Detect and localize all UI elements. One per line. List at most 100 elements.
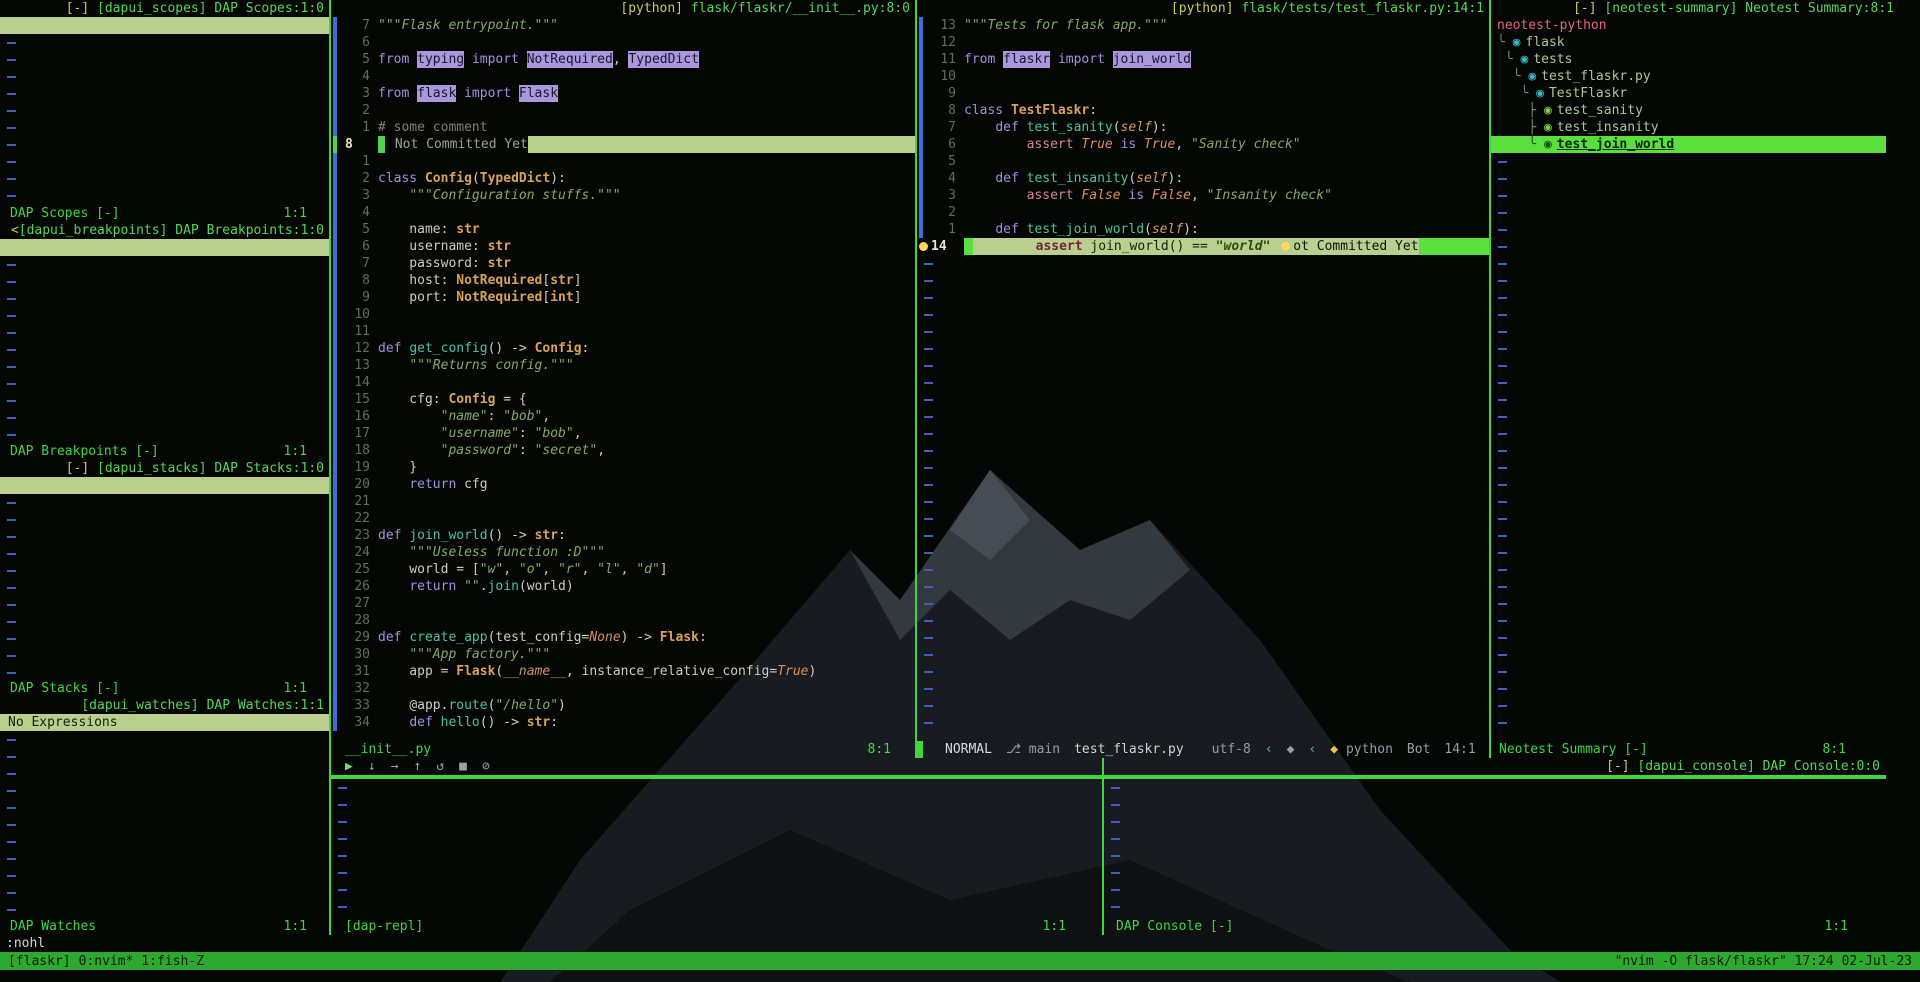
gitsigns-marker <box>331 323 344 340</box>
dap-stacks-content[interactable] <box>0 477 329 680</box>
code-line[interactable]: 15 cfg: Config = { <box>331 391 915 408</box>
code-line[interactable]: 14 <box>331 374 915 391</box>
git-branch[interactable]: ⎇ main <box>1006 741 1060 758</box>
play-icon[interactable]: ▶ <box>345 758 353 775</box>
code-line[interactable]: 23 def join_world() -> str: <box>331 527 915 544</box>
code-line[interactable]: 3 """Configuration stuffs.""" <box>331 187 915 204</box>
code-line[interactable]: 32 <box>331 680 915 697</box>
repl-empty-buffer[interactable] <box>331 779 1102 918</box>
code-line[interactable]: 2 <box>331 102 915 119</box>
code-line[interactable]: 5 <box>917 153 1489 170</box>
code-line[interactable]: 16 "name": "bob", <box>331 408 915 425</box>
code-line[interactable]: 4 <box>331 204 915 221</box>
code-line[interactable]: 22 <box>331 510 915 527</box>
code-line[interactable]: 2 class Config(TypedDict): <box>331 170 915 187</box>
code-line[interactable]: 7 def test_sanity(self): <box>917 119 1489 136</box>
tmux-window-tab[interactable]: 1:fish-Z <box>141 953 204 970</box>
code-line[interactable]: 30 """App factory.""" <box>331 646 915 663</box>
code-line[interactable]: 5 from typing import NotRequired, TypedDi… <box>331 51 915 68</box>
neotest-tree-item-test_insanity[interactable]: ├ ◉ test_insanity <box>1491 119 1920 136</box>
code-line[interactable]: 26 return "". join (world) <box>331 578 915 595</box>
dap-scopes-content[interactable] <box>0 17 329 205</box>
code-line[interactable]: 2 <box>917 204 1489 221</box>
neotest-tree[interactable]: neotest-python ╰ ◉ flask ╰ ◉ tests ╰ ◉ test_… <box>1491 17 1920 741</box>
code-line[interactable]: 6 <box>331 34 915 51</box>
vim-command-line[interactable]: :nohl <box>0 935 1920 952</box>
cursor-line[interactable] <box>0 477 329 494</box>
code-line[interactable]: 34 def hello() -> str: <box>331 714 915 731</box>
neotest-tree-item-test_flaskr.py[interactable]: ╰ ◉ test_flaskr.py <box>1491 68 1920 85</box>
code-line[interactable]: 9 port: NotRequired[int] <box>331 289 915 306</box>
step-out-icon[interactable]: ↑ <box>413 758 421 775</box>
dap-repl-panel[interactable]: ▶ ↓ → ↑ ↺ ■ ⊘ [dap-repl] 1:1 <box>331 758 1102 935</box>
code-line[interactable]: 29 def create_app (test_config= None) -> Fl… <box>331 629 915 646</box>
code-line[interactable]: 12 def get_config() -> Config: <box>331 340 915 357</box>
code-line[interactable]: 21 <box>331 493 915 510</box>
dap-breakpoints-content[interactable] <box>0 239 329 443</box>
code-line[interactable]: 3 assert False is False, "Insanity check… <box>917 187 1489 204</box>
code-line[interactable]: 24 """Useless function :D""" <box>331 544 915 561</box>
tmux-window-tab[interactable]: 0:nvim* <box>79 953 134 970</box>
neotest-summary-panel[interactable]: [-] [neotest-summary] Neotest Summary:8:… <box>1491 0 1920 741</box>
step-into-icon[interactable]: ↓ <box>368 758 376 775</box>
code-line[interactable]: 10 <box>331 306 915 323</box>
code-line[interactable]: 8 Not Committed Yet <box>331 136 915 153</box>
code-line[interactable]: 28 <box>331 612 915 629</box>
code-line[interactable]: 1 def test_join_world(self): <box>917 221 1489 238</box>
dap-console-panel[interactable]: [-] [dapui_console] DAP Console:0:0 DAP … <box>1104 758 1920 935</box>
neotest-tree-item-flask[interactable]: ╰ ◉ flask <box>1491 34 1920 51</box>
cursor-line[interactable] <box>0 239 329 256</box>
test-code-lines[interactable]: 13 """Tests for flask app.""" 12 11 from fla… <box>917 17 1489 741</box>
code-line[interactable]: 14 assert join_world() == "world" ot Com… <box>917 238 1489 255</box>
code-line[interactable]: 10 <box>917 68 1489 85</box>
editor-init-py[interactable]: [python] flask/flaskr/__init__.py:8:0 7 "… <box>331 0 915 741</box>
dap-watches-content[interactable]: No Expressions <box>0 714 329 918</box>
branch-icon: ⎇ <box>1005 742 1021 757</box>
code-line[interactable]: 12 <box>917 34 1489 51</box>
restart-icon[interactable]: ↺ <box>436 758 444 775</box>
console-empty-buffer[interactable] <box>1104 779 1920 918</box>
code-line[interactable]: 20 return cfg <box>331 476 915 493</box>
gitsigns-marker <box>331 391 344 408</box>
code-line[interactable]: 8 class TestFlaskr: <box>917 102 1489 119</box>
end-of-buffer-marker <box>0 562 329 579</box>
code-line[interactable]: 7 password: str <box>331 255 915 272</box>
code-line[interactable]: 33 @app. route("/hello") <box>331 697 915 714</box>
code-line[interactable]: 9 <box>917 85 1489 102</box>
init-code-lines[interactable]: 7 """Flask entrypoint.""" 6 5 from typing im… <box>331 17 915 741</box>
code-line[interactable]: 31 app = Flask(__name__, instance_relati… <box>331 663 915 680</box>
no-expressions-line[interactable]: No Expressions <box>0 714 329 731</box>
code-line[interactable]: 4 def test_insanity(self): <box>917 170 1489 187</box>
code-line[interactable]: 6 assert True is True, "Sanity check" <box>917 136 1489 153</box>
code-line[interactable]: 7 """Flask entrypoint.""" <box>331 17 915 34</box>
code-line[interactable]: 1 <box>331 153 915 170</box>
disconnect-icon[interactable]: ⊘ <box>482 758 490 775</box>
code-line[interactable]: 4 <box>331 68 915 85</box>
code-line[interactable]: 13 """Tests for flask app.""" <box>917 17 1489 34</box>
stop-icon[interactable]: ■ <box>459 758 467 775</box>
code-line[interactable]: 18 "password": "secret", <box>331 442 915 459</box>
code-line[interactable]: 3 from flask import Flask <box>331 85 915 102</box>
code-line[interactable]: 1 # some comment <box>331 119 915 136</box>
cursor-line[interactable] <box>0 17 329 34</box>
code-line[interactable]: 8 host: NotRequired[str] <box>331 272 915 289</box>
code-line[interactable]: 13 """Returns config.""" <box>331 357 915 374</box>
end-of-buffer-marker <box>1491 697 1920 714</box>
code-line[interactable]: 11 <box>331 323 915 340</box>
winbar-tag: [-] <box>65 1 98 16</box>
init-winbar: [python] flask/flaskr/__init__.py:8:0 <box>331 0 915 17</box>
neotest-tree-item-TestFlaskr[interactable]: ╰ ◉ TestFlaskr <box>1491 85 1920 102</box>
editor-test-flaskr-py[interactable]: [python] flask/tests/test_flaskr.py:14:1… <box>917 0 1489 741</box>
code-line[interactable]: 11 from flaskr import join_world <box>917 51 1489 68</box>
neotest-tree-item-tests[interactable]: ╰ ◉ tests <box>1491 51 1920 68</box>
step-over-icon[interactable]: → <box>391 758 399 775</box>
neotest-tree-item-test_sanity[interactable]: ├ ◉ test_sanity <box>1491 102 1920 119</box>
neotest-tree-item-test_join_world[interactable]: ╰ ◉ test_join_world <box>1491 136 1886 153</box>
neotest-adapter-root[interactable]: neotest-python <box>1491 17 1920 34</box>
code-line[interactable]: 25 world = ["w", "o", "r", "l", "d"] <box>331 561 915 578</box>
code-line[interactable]: 17 "username": "bob", <box>331 425 915 442</box>
code-line[interactable]: 6 username: str <box>331 238 915 255</box>
code-line[interactable]: 27 <box>331 595 915 612</box>
code-line[interactable]: 19 } <box>331 459 915 476</box>
code-line[interactable]: 5 name: str <box>331 221 915 238</box>
